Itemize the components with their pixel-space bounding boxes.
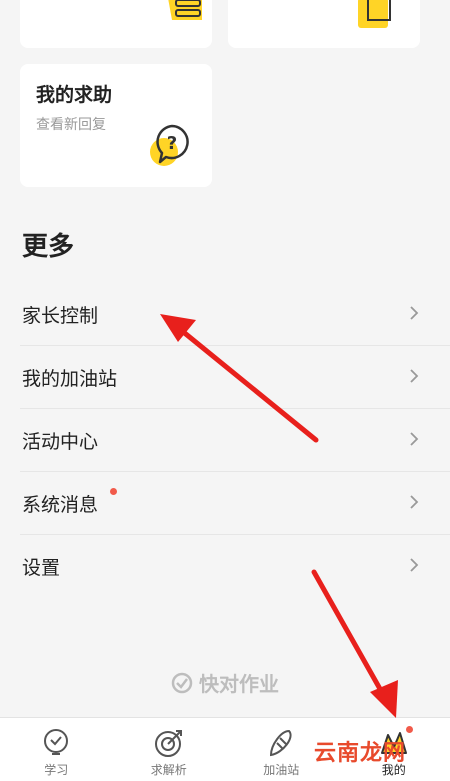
my-help-card[interactable]: 我的求助 查看新回复 ?	[20, 64, 212, 187]
card-right-partial[interactable]	[228, 0, 420, 48]
unread-badge	[110, 488, 117, 495]
brand-logo-icon	[171, 672, 193, 694]
question-bubble-icon: ?	[146, 120, 198, 172]
menu-item-system-messages[interactable]: 系统消息	[20, 472, 450, 535]
chevron-right-icon	[406, 494, 422, 510]
menu-item-label: 活动中心	[22, 427, 98, 454]
tab-ask-analysis[interactable]: 求解析	[113, 718, 226, 781]
menu-item-parental-control[interactable]: 家长控制	[20, 283, 450, 346]
help-card-subtitle: 查看新回复	[36, 114, 106, 134]
book-icon	[160, 0, 210, 32]
unread-badge	[406, 726, 413, 733]
document-icon	[352, 0, 402, 30]
menu-item-settings[interactable]: 设置	[20, 535, 450, 597]
section-title-more: 更多	[22, 226, 74, 263]
tab-label: 学习	[44, 761, 68, 778]
brand-name: 快对作业	[199, 668, 279, 697]
target-icon	[153, 727, 185, 759]
menu-item-label: 设置	[22, 553, 60, 580]
tab-label: 加油站	[263, 761, 299, 778]
help-card-title: 我的求助	[36, 80, 112, 107]
chevron-right-icon	[406, 431, 422, 447]
lightbulb-icon	[40, 727, 72, 759]
brand-footer: 快对作业	[0, 668, 450, 698]
menu-item-activity-center[interactable]: 活动中心	[20, 409, 450, 472]
card-left-partial[interactable]	[20, 0, 212, 48]
svg-text:?: ?	[167, 133, 177, 154]
chevron-right-icon	[406, 305, 422, 321]
carrot-icon	[265, 727, 297, 759]
tab-study[interactable]: 学习	[0, 718, 113, 781]
watermark: 云南龙网	[314, 735, 406, 767]
menu-item-label: 我的加油站	[22, 364, 117, 391]
chevron-right-icon	[406, 368, 422, 384]
menu-item-label: 家长控制	[22, 301, 98, 328]
menu-item-my-station[interactable]: 我的加油站	[20, 346, 450, 409]
more-menu-list: 家长控制 我的加油站 活动中心 系统消息 设置	[0, 283, 450, 597]
menu-item-label: 系统消息	[22, 490, 98, 517]
chevron-right-icon	[406, 557, 422, 573]
tab-label: 求解析	[151, 761, 187, 778]
